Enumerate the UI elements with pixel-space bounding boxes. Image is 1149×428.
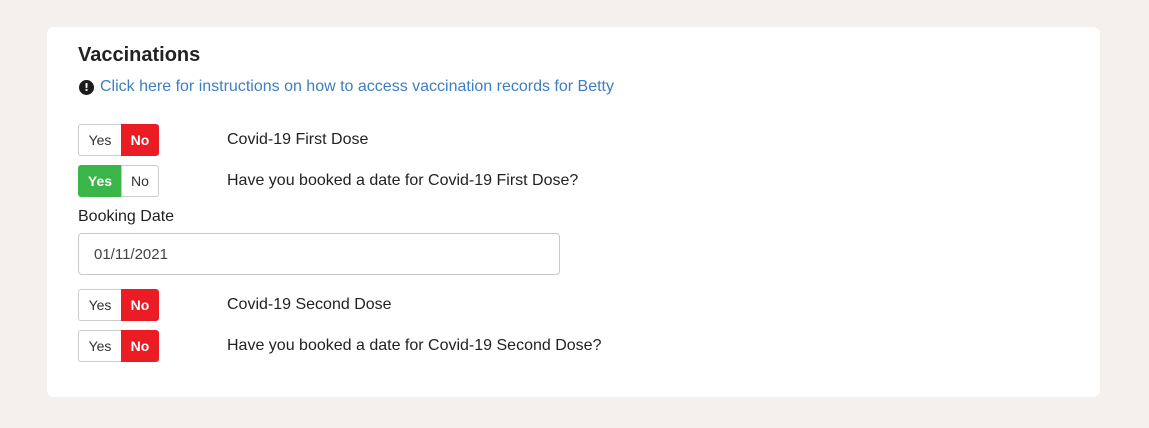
second-dose-booked-no-button[interactable]: No (121, 329, 159, 362)
first-dose-toggle: Yes No (78, 123, 159, 156)
first-dose-booked-no-button[interactable]: No (121, 164, 159, 197)
exclamation-circle-icon: ! (79, 79, 94, 95)
first-dose-no-button[interactable]: No (121, 123, 159, 156)
booking-date-input[interactable] (78, 233, 560, 275)
question-row-first-dose-booked: Yes No Have you booked a date for Covid-… (78, 164, 578, 197)
section-title: Vaccinations (78, 44, 201, 66)
booking-date-label: Booking Date (78, 208, 175, 225)
first-dose-booked-toggle: Yes No (78, 164, 159, 197)
vaccinations-card: Vaccinations ! Click here for instructio… (47, 27, 1100, 397)
question-row-first-dose: Yes No Covid-19 First Dose (78, 123, 368, 156)
second-dose-booked-yes-button[interactable]: Yes (78, 329, 121, 362)
second-dose-label: Covid-19 Second Dose (227, 295, 392, 313)
second-dose-toggle: Yes No (78, 288, 159, 321)
first-dose-label: Covid-19 First Dose (227, 130, 369, 148)
instructions-link-text[interactable]: Click here for instructions on how to ac… (100, 78, 614, 96)
first-dose-booked-yes-button[interactable]: Yes (78, 164, 121, 197)
second-dose-booked-toggle: Yes No (78, 329, 159, 362)
second-dose-booked-label: Have you booked a date for Covid-19 Seco… (227, 336, 602, 354)
second-dose-yes-button[interactable]: Yes (78, 288, 121, 321)
instructions-link[interactable]: ! Click here for instructions on how to … (79, 78, 614, 96)
second-dose-no-button[interactable]: No (121, 288, 159, 321)
first-dose-booked-label: Have you booked a date for Covid-19 Firs… (227, 171, 579, 189)
question-row-second-dose: Yes No Covid-19 Second Dose (78, 288, 392, 321)
first-dose-yes-button[interactable]: Yes (78, 123, 121, 156)
question-row-second-dose-booked: Yes No Have you booked a date for Covid-… (78, 329, 601, 362)
